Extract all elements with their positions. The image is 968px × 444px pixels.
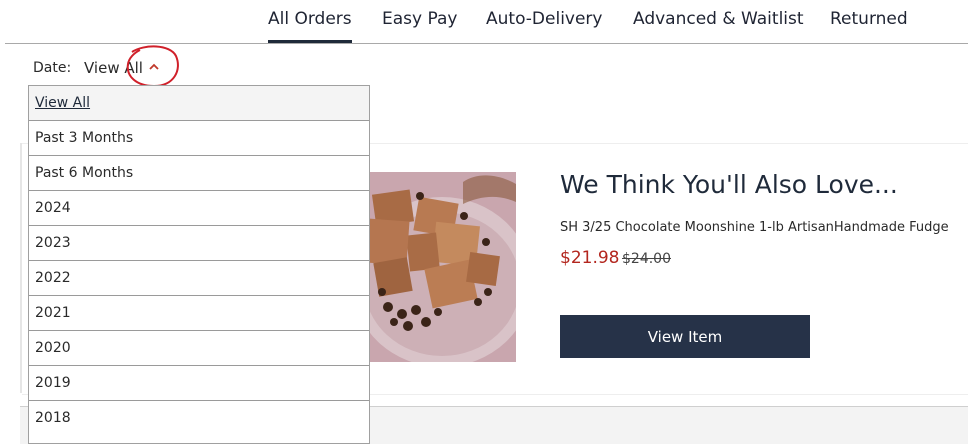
view-item-button[interactable]: View Item (560, 315, 810, 358)
sale-price: $21.98 (560, 248, 620, 268)
dropdown-option-2022[interactable]: 2022 (29, 261, 369, 296)
dropdown-option-2019[interactable]: 2019 (29, 366, 369, 401)
order-tabs: All Orders Easy Pay Auto-Delivery Advanc… (0, 0, 968, 44)
product-name[interactable]: SH 3/25 Chocolate Moonshine 1-lb Artisan… (560, 220, 949, 235)
date-filter-label: Date: (33, 60, 72, 76)
dropdown-option-past-3-months[interactable]: Past 3 Months (29, 121, 369, 156)
tab-advanced-waitlist[interactable]: Advanced & Waitlist (633, 9, 804, 29)
annotation-circle (126, 45, 179, 88)
dropdown-option-2024[interactable]: 2024 (29, 191, 369, 226)
date-filter-dropdown: View All Past 3 Months Past 6 Months 202… (28, 85, 370, 444)
fudge-product-image[interactable] (368, 172, 516, 362)
dropdown-option-2020[interactable]: 2020 (29, 331, 369, 366)
tab-easy-pay[interactable]: Easy Pay (382, 9, 457, 29)
tab-all-orders[interactable]: All Orders (268, 9, 352, 29)
dropdown-option-2018[interactable]: 2018 (29, 401, 369, 436)
tab-returned[interactable]: Returned (830, 9, 908, 29)
dropdown-option-view-all[interactable]: View All (29, 86, 369, 121)
dropdown-option-past-6-months[interactable]: Past 6 Months (29, 156, 369, 191)
promo-heading: We Think You'll Also Love... (560, 170, 898, 199)
dropdown-option-2021[interactable]: 2021 (29, 296, 369, 331)
dropdown-option-2023[interactable]: 2023 (29, 226, 369, 261)
fudge-image-icon (368, 172, 516, 362)
original-price: $24.00 (622, 251, 671, 267)
tab-auto-delivery[interactable]: Auto-Delivery (486, 9, 603, 29)
